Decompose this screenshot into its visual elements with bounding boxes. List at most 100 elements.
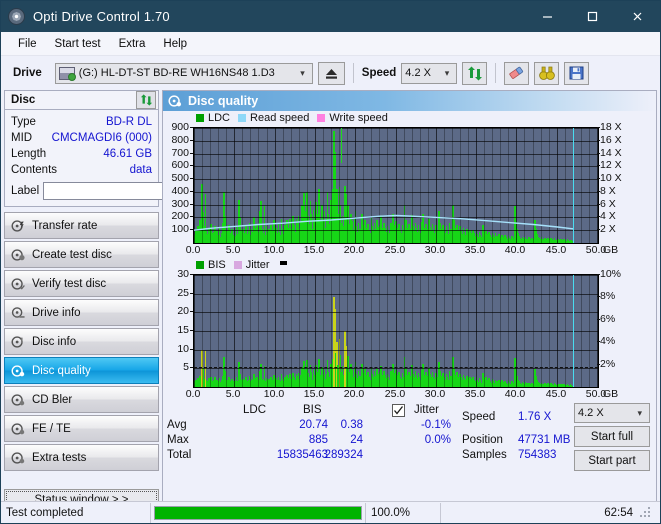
disc-length-label: Length (11, 148, 47, 160)
ldc-chart[interactable]: 0.0 5.0 10.0 15.0 20.0 25.0 30.0 35.0 40.0 45.0 50… (163, 121, 656, 258)
status-message: Test completed (6, 506, 84, 519)
legend-swatch-ldc (196, 114, 204, 122)
sidebar-item-transfer-rate[interactable]: Transfer rate (4, 212, 159, 239)
title-bar: Opti Drive Control 1.70 (1, 1, 660, 32)
disc-mid-label: MID (11, 132, 33, 144)
bis-chart[interactable]: 0.0 5.0 10.0 15.0 20.0 25.0 30.0 35.0 40.0 45.0 50… (163, 268, 656, 402)
disc-mid-value: CMCMAGDI6 (000) (51, 132, 152, 144)
app-window: Opti Drive Control 1.70 File Start test … (0, 0, 661, 524)
status-bar: Test completed 100.0% 62:54 (1, 501, 660, 523)
y-axis-tick: 10 (177, 343, 189, 355)
minimize-icon[interactable] (525, 1, 570, 32)
refresh-icon (140, 94, 152, 106)
start-part-label: Start part (588, 454, 636, 467)
x-axis-tick: 10.0 (263, 244, 285, 256)
stats-header-ldc: LDC (243, 404, 267, 416)
x-axis-tick: 25.0 (384, 388, 406, 400)
y-axis-tick: 500 (171, 172, 189, 184)
y-axis-tick: 20 (177, 305, 189, 317)
y2-axis-tick: 16 X (600, 134, 622, 146)
sidebar-item-label: Disc quality (32, 364, 91, 377)
sidebar-item-verify-test-disc[interactable]: Verify test disc (4, 270, 159, 297)
x-axis-tick: 35.0 (464, 244, 486, 256)
save-button[interactable] (564, 61, 590, 85)
x-axis-tick: 20.0 (343, 388, 365, 400)
progress-bar (154, 505, 362, 520)
bis-plot-area (193, 274, 599, 388)
x-axis-tick: 25.0 (384, 244, 406, 256)
stats-avg-bis: 0.38 (340, 419, 363, 431)
menu-help-label: Help (163, 37, 188, 50)
start-part-button[interactable]: Start part (574, 450, 650, 471)
y-axis-tick: 600 (171, 159, 189, 171)
sidebar-item-disc-quality[interactable]: Disc quality (4, 357, 159, 384)
disc-refresh-button[interactable] (136, 91, 156, 109)
sidebar-item-create-test-disc[interactable]: Create test disc (4, 241, 159, 268)
eraser-icon (509, 66, 524, 79)
disc-row-length: Length 46.61 GB (11, 146, 152, 162)
y2-axis-tick: 8 X (600, 185, 616, 197)
disc-contents-label: Contents (11, 164, 58, 176)
maximize-icon[interactable] (570, 1, 615, 32)
x-axis-tick: 40.0 (504, 244, 526, 256)
y2-axis-tick: 12 X (600, 159, 622, 171)
legend-label-read-speed: Read speed (250, 112, 310, 124)
legend-label-bis: BIS (208, 259, 226, 271)
position-value: 47731 MB (518, 434, 571, 446)
x-axis-tick: 30.0 (424, 244, 446, 256)
test-speed-select[interactable]: 4.2 X ▾ (574, 403, 650, 423)
legend-label-jitter: Jitter (245, 259, 270, 271)
disc-quality-icon (168, 94, 182, 108)
close-icon[interactable] (615, 1, 660, 32)
menu-help[interactable]: Help (154, 36, 196, 52)
sidebar-item-extra-tests[interactable]: Extra tests (4, 444, 159, 471)
y-axis-tick: 300 (171, 198, 189, 210)
x-axis-tick: 5.0 (225, 388, 241, 400)
sidebar-item-fe-te[interactable]: FE / TE (4, 415, 159, 442)
drive-label: Drive (13, 67, 42, 79)
samples-value: 754383 (518, 449, 557, 461)
elapsed-time: 62:54 (604, 506, 633, 519)
x-axis-unit: GB (603, 388, 619, 400)
speed-select[interactable]: 4.2 X ▾ (401, 62, 458, 84)
y2-axis-tick: 4 X (600, 210, 616, 222)
y-axis-tick: 400 (171, 185, 189, 197)
y-axis-tick: 100 (171, 223, 189, 235)
start-full-button[interactable]: Start full (574, 426, 650, 447)
stats-max-jitter: 0.0% (424, 434, 451, 446)
disc-label-row: Label (11, 181, 248, 201)
binoculars-button[interactable] (534, 61, 560, 85)
green-cursor-line (341, 128, 342, 163)
y-axis-tick: 200 (171, 210, 189, 222)
refresh-button[interactable] (462, 61, 488, 85)
sidebar-item-label: Transfer rate (32, 219, 98, 232)
eject-button[interactable] (317, 61, 345, 85)
sidebar-item-disc-info[interactable]: Disc info (4, 328, 159, 355)
drive-icon (58, 66, 76, 81)
content-panel: Disc quality LDC Read speed Write speed … (162, 90, 657, 503)
x-axis-unit: GB (603, 244, 619, 256)
menu-file[interactable]: File (9, 36, 46, 52)
sidebar-item-drive-info[interactable]: Drive info (4, 299, 159, 326)
speed-stat-value: 1.76 X (518, 411, 552, 423)
drive-select[interactable]: (G:) HL-DT-ST BD-RE WH16NS48 1.D3 ▾ (54, 62, 313, 84)
sidebar-item-cd-bler[interactable]: CD Bler (4, 386, 159, 413)
menu-start-test[interactable]: Start test (46, 36, 110, 52)
resize-grip-icon[interactable] (639, 505, 653, 520)
disc-info-icon (11, 335, 25, 349)
menu-extra[interactable]: Extra (110, 36, 155, 52)
eraser-button[interactable] (504, 61, 530, 85)
disc-bler-icon (11, 393, 25, 407)
sidebar-item-label: Create test disc (32, 248, 112, 261)
stats-avg-jitter: -0.1% (420, 419, 451, 431)
status-time-cell: 62:54 (441, 503, 660, 523)
binoculars-icon (538, 66, 555, 80)
progress-percent: 100.0% (371, 506, 411, 519)
jitter-checkbox[interactable] (392, 404, 405, 417)
sidebar-item-label: Disc info (32, 335, 77, 348)
sidebar-item-label: Extra tests (32, 451, 87, 464)
test-speed-value: 4.2 X (578, 407, 604, 419)
y2-axis-tick: 2 X (600, 223, 616, 235)
x-axis-tick: 15.0 (303, 244, 325, 256)
y-axis-tick: 25 (177, 287, 189, 299)
